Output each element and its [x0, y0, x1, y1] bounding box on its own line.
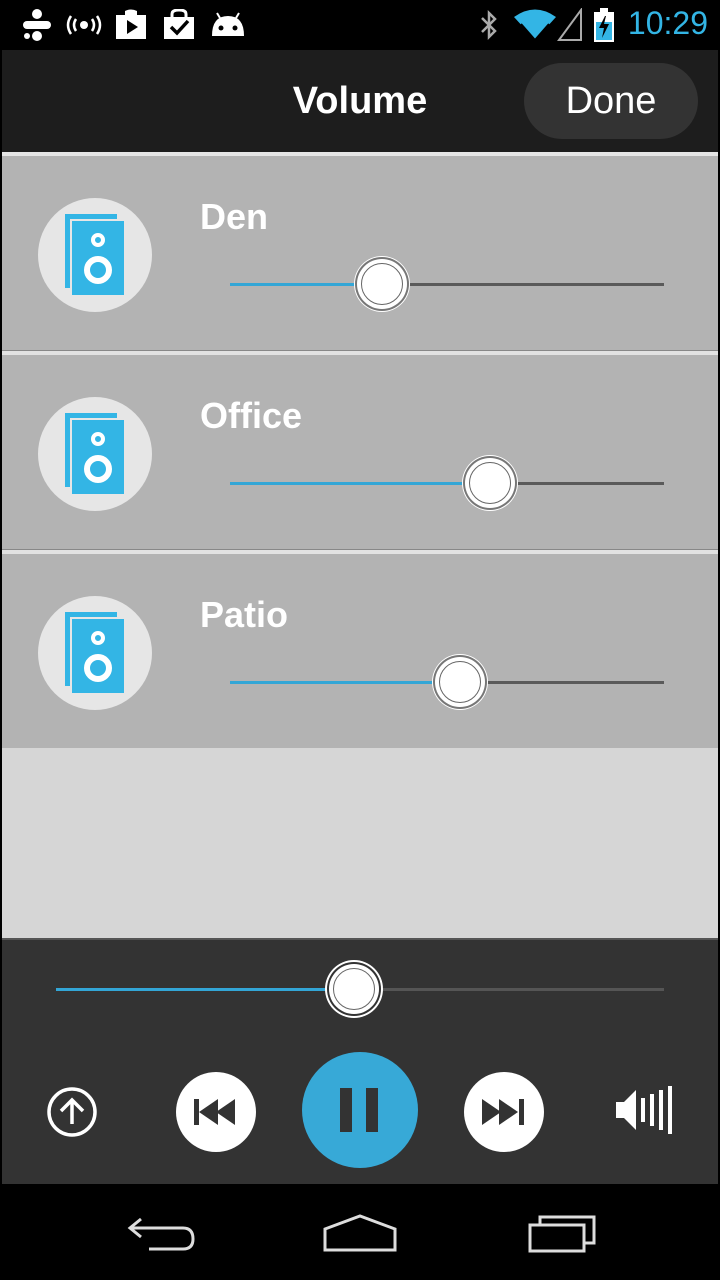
zone-list: Den Office Patio — [2, 152, 718, 938]
upload-button[interactable] — [44, 1084, 100, 1140]
previous-button[interactable] — [176, 1072, 256, 1152]
speaker-icon — [65, 612, 125, 694]
zone-name: Office — [200, 395, 303, 436]
slider-fill — [56, 988, 354, 991]
slider-fill — [230, 681, 461, 684]
zone-volume-slider[interactable] — [230, 458, 664, 508]
slider-thumb-inner — [439, 661, 482, 703]
slider-thumb-inner — [469, 462, 512, 504]
master-volume-slider[interactable] — [56, 964, 664, 1014]
home-button[interactable] — [310, 1206, 410, 1260]
home-icon — [323, 1214, 397, 1252]
zone-row-patio: Patio — [2, 554, 718, 748]
recents-button[interactable] — [512, 1206, 612, 1260]
done-button[interactable]: Done — [524, 63, 698, 139]
zone-row-office: Office — [2, 355, 718, 549]
status-clock: 10:29 — [627, 5, 708, 41]
status-bar: 10:29 — [0, 0, 720, 50]
title-bar: Volume Done — [2, 50, 718, 152]
zone-avatar — [38, 198, 152, 312]
recents-icon — [528, 1215, 596, 1253]
next-icon — [482, 1099, 524, 1125]
play-store-icon — [114, 8, 148, 42]
signal-icon — [556, 8, 584, 42]
zone-name: Den — [200, 196, 269, 237]
speaker-icon — [65, 214, 125, 296]
player-bar — [2, 938, 718, 1184]
slider-thumb[interactable] — [356, 259, 407, 309]
slider-thumb-inner — [332, 968, 375, 1010]
navigation-bar — [0, 1184, 720, 1280]
zone-avatar — [38, 596, 152, 710]
app-icon — [20, 8, 54, 42]
zone-volume-slider[interactable] — [230, 259, 664, 309]
pause-icon — [340, 1088, 378, 1132]
volume-icon — [616, 1086, 672, 1134]
android-icon — [208, 8, 248, 42]
zone-row-den: Den — [2, 156, 718, 350]
previous-icon — [194, 1099, 235, 1125]
pause-button[interactable] — [302, 1052, 418, 1168]
back-button[interactable] — [112, 1206, 212, 1260]
speaker-icon — [65, 413, 125, 495]
slider-thumb[interactable] — [435, 657, 486, 707]
slider-fill — [230, 482, 491, 485]
page-title-text: Volume — [292, 80, 428, 122]
screen: 10:29 Volume Done Den Office Patio — [0, 0, 720, 1280]
battery-charging-icon — [592, 8, 616, 42]
zone-avatar — [38, 397, 152, 511]
divider — [2, 938, 718, 940]
slider-thumb[interactable] — [328, 964, 379, 1014]
bluetooth-icon — [476, 8, 502, 42]
back-icon — [127, 1217, 195, 1251]
zone-volume-slider[interactable] — [230, 657, 664, 707]
next-button[interactable] — [464, 1072, 544, 1152]
slider-thumb[interactable] — [465, 458, 516, 508]
radio-icon — [64, 8, 104, 42]
volume-button[interactable] — [612, 1082, 682, 1138]
shopping-bag-icon — [162, 8, 196, 42]
upload-icon — [47, 1087, 97, 1137]
slider-thumb-inner — [360, 263, 403, 305]
zone-name: Patio — [200, 594, 289, 635]
wifi-icon — [512, 8, 558, 42]
